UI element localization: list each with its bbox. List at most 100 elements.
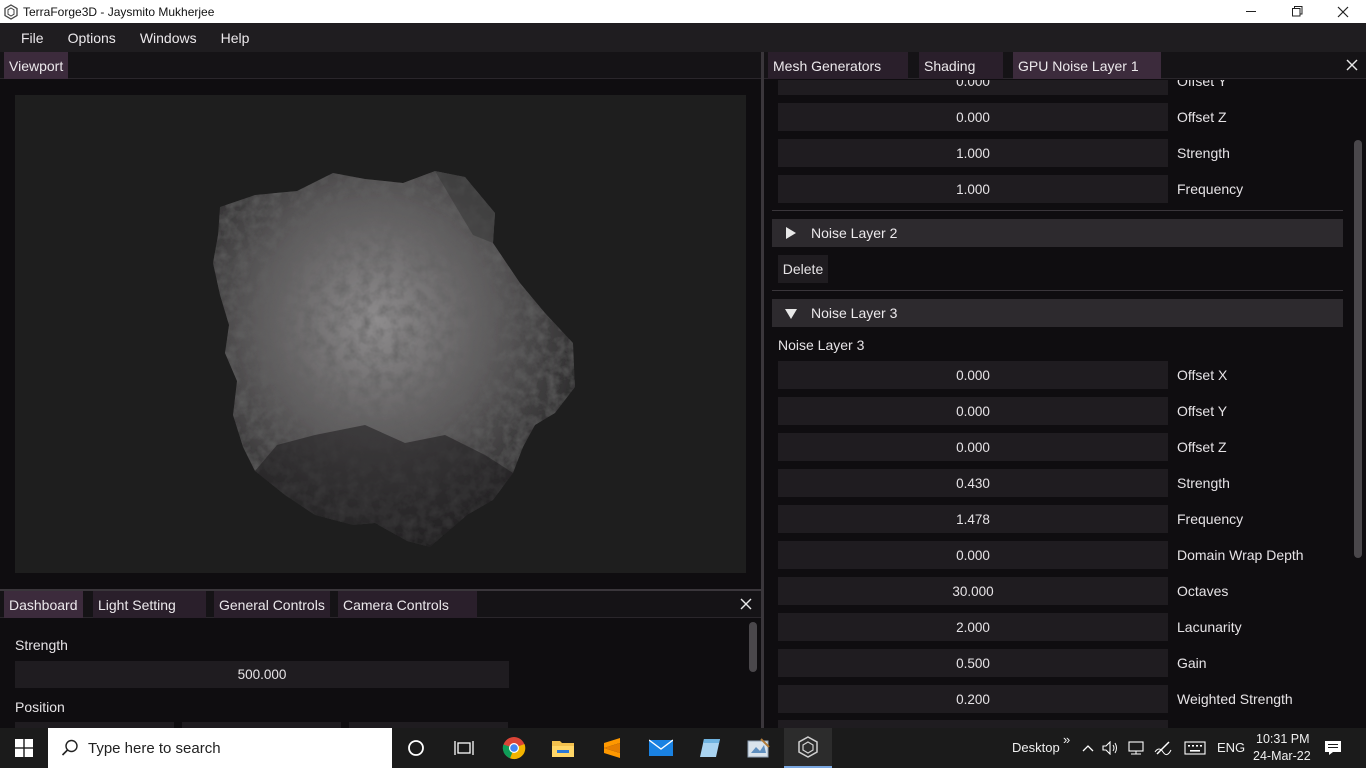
noise-tabbar: Mesh Generators Shading GPU Noise Layer … [764,52,1366,79]
keyboard-icon [1184,741,1206,755]
offset-x-field[interactable]: 0.000 [778,361,1168,389]
octaves-field[interactable]: 30.000 [778,577,1168,605]
noise-layer-2-title: Noise Layer 2 [811,225,898,241]
sublime-text-icon [604,738,620,758]
restore-button[interactable] [1274,0,1320,23]
param-row: 0.000 Offset Z [778,433,1366,461]
param-row: 1.478 Frequency [778,505,1366,533]
tab-gpu-noise-layer-1[interactable]: GPU Noise Layer 1 [1013,52,1161,79]
tab-dashboard[interactable]: Dashboard [4,591,83,618]
desktop-toolbar-label[interactable]: Desktop [1012,740,1060,755]
offset-y-field[interactable]: 0.000 [778,80,1168,95]
strength-field[interactable]: 500.000 [15,661,509,688]
restore-icon [1291,6,1302,17]
dashboard-close-button[interactable] [736,594,756,614]
network-icon [1128,741,1144,755]
show-hidden-icons-button[interactable] [1079,728,1097,768]
chrome-icon [502,737,526,760]
language-indicator[interactable]: ENG [1217,740,1245,755]
task-view-button[interactable] [440,728,488,768]
next-field-partial[interactable] [778,720,1168,728]
param-row: 0.000 Offset X [778,361,1366,389]
volume-button[interactable] [1100,728,1120,768]
tab-mesh-generators[interactable]: Mesh Generators [768,52,908,79]
menu-options[interactable]: Options [56,30,128,46]
touch-keyboard-button[interactable] [1182,728,1208,768]
notification-icon [1325,741,1341,755]
frequency-field[interactable]: 1.000 [778,175,1168,203]
offset-y-label: Offset Y [1177,403,1228,419]
tab-light-setting[interactable]: Light Setting [93,591,206,618]
expanded-arrow-icon [785,308,797,319]
param-row: 1.000 Strength [778,139,1366,167]
param-row: 0.430 Strength [778,469,1366,497]
taskbar: Type here to search Desktop » ENG 10:31 … [0,728,1366,768]
cortana-icon [408,740,424,756]
strength-field[interactable]: 1.000 [778,139,1168,167]
terraforge-icon [798,736,818,758]
clock-time[interactable]: 10:31 PM [1256,732,1310,746]
network-button[interactable] [1126,728,1146,768]
strength-label: Strength [1177,145,1230,161]
frequency-field[interactable]: 1.478 [778,505,1168,533]
delete-button[interactable]: Delete [778,255,828,283]
noise-layer-3-title: Noise Layer 3 [811,305,898,321]
gain-field[interactable]: 0.500 [778,649,1168,677]
tab-viewport[interactable]: Viewport [4,52,69,79]
cortana-button[interactable] [392,728,440,768]
strength-field[interactable]: 0.430 [778,469,1168,497]
menu-help[interactable]: Help [209,30,262,46]
pen-workspace-button[interactable] [1153,728,1173,768]
taskbar-search[interactable]: Type here to search [48,728,392,768]
paint-icon [747,738,770,758]
menu-windows[interactable]: Windows [128,30,209,46]
tab-shading[interactable]: Shading [919,52,1003,79]
notepad-button[interactable] [686,728,734,768]
tab-general-controls[interactable]: General Controls [214,591,330,618]
task-view-icon [454,741,474,755]
search-icon [61,739,78,756]
start-button[interactable] [0,728,48,768]
horizontal-splitter[interactable] [0,589,761,591]
close-icon [740,598,752,610]
weighted-strength-field[interactable]: 0.200 [778,685,1168,713]
viewport-canvas[interactable] [15,95,746,573]
noise-layer-3-name: Noise Layer 3 [778,337,865,353]
offset-z-field[interactable]: 0.000 [778,103,1168,131]
viewport-tabbar: Viewport [0,52,761,79]
terraforge-taskbar-button[interactable] [784,728,832,768]
minimize-icon [1245,11,1256,12]
dashboard-tabbar: Dashboard Light Setting General Controls… [0,591,761,618]
offset-z-field[interactable]: 0.000 [778,433,1168,461]
offset-y-field[interactable]: 0.000 [778,397,1168,425]
menu-file[interactable]: File [9,30,56,46]
sublime-text-button[interactable] [588,728,636,768]
position-label: Position [15,699,65,715]
file-explorer-button[interactable] [539,728,587,768]
lacunarity-field[interactable]: 2.000 [778,613,1168,641]
domain-wrap-depth-label: Domain Wrap Depth [1177,547,1304,563]
app-icon [4,3,18,20]
noise-layer-2-header[interactable]: Noise Layer 2 [772,219,1343,247]
notifications-button[interactable] [1318,728,1348,768]
param-row: 2.000 Lacunarity [778,613,1366,641]
dashboard-panel: Dashboard Light Setting General Controls… [0,591,761,728]
noise-layer-3-header[interactable]: Noise Layer 3 [772,299,1343,327]
chrome-taskbar-button[interactable] [490,728,538,768]
tab-camera-controls[interactable]: Camera Controls [338,591,477,618]
paint-button[interactable] [735,728,783,768]
clock-date[interactable]: 24-Mar-22 [1253,749,1311,763]
menu-bar: File Options Windows Help [0,23,1366,52]
domain-wrap-depth-field[interactable]: 0.000 [778,541,1168,569]
terrain-mesh-render [213,171,575,547]
mail-button[interactable] [637,728,685,768]
minimize-button[interactable] [1228,0,1274,23]
noise-close-button[interactable] [1342,55,1362,75]
dashboard-scrollbar[interactable] [749,622,757,672]
toolbar-chevron[interactable]: » [1063,732,1070,747]
param-row: 0.000 Offset Y [778,80,1366,95]
close-window-button[interactable] [1320,0,1366,23]
noise-scrollbar[interactable] [1354,140,1362,558]
notepad-icon [700,739,720,757]
param-row: 0.500 Gain [778,649,1366,677]
